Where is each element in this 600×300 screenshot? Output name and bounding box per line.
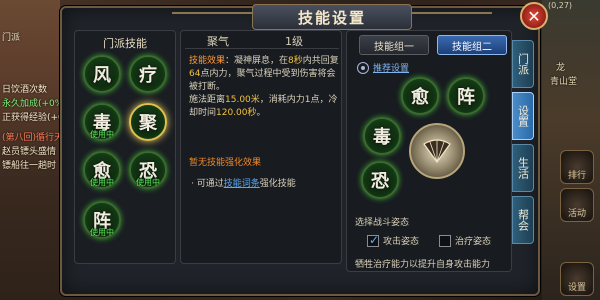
skill-name: 聚气	[207, 35, 229, 48]
settings-button[interactable]: 设置	[560, 262, 594, 296]
slot-skill-yu[interactable]: 愈	[401, 77, 439, 115]
side-tabs: 门派 设置 生活 帮会	[512, 40, 534, 248]
bg-text: 永久加成(+0%	[2, 99, 64, 109]
slot-skill-du[interactable]: 毒	[363, 117, 401, 155]
skill-icon-ju[interactable]: 聚	[129, 103, 167, 141]
close-icon: ✕	[527, 6, 541, 26]
skill-level: 1级	[285, 35, 303, 48]
fan-weapon-icon[interactable]	[409, 123, 465, 179]
bg-text: 门派	[2, 33, 21, 43]
sect-skills-list: 门派技能 风 疗 毒使用中 聚 愈使用中 恐使用中 阵使用中	[74, 30, 176, 264]
skill-icon-yu[interactable]: 愈使用中	[83, 151, 121, 189]
slot-skill-zhen[interactable]: 阵	[447, 77, 485, 115]
tab-settings[interactable]: 设置	[512, 92, 534, 140]
skill-entry-link[interactable]: 技能词条	[224, 179, 260, 189]
coordinates-readout: (0,27)	[548, 1, 573, 10]
map-label: 龙	[556, 63, 566, 73]
attack-stance-label: 攻击姿态	[383, 237, 420, 247]
activity-button[interactable]: 活动	[560, 188, 594, 222]
divider	[185, 48, 339, 49]
skill-detail-pane: 聚气 1级 技能效果：凝神屏息，在8秒内共回复64点内力，聚气过程中受到伤害将会…	[180, 30, 342, 264]
stance-description: 牺牲治疗能力以提升自身攻击能力	[355, 260, 491, 270]
heal-stance-label: 治疗姿态	[455, 237, 492, 247]
bg-text: 镖船往一趟时	[2, 161, 57, 171]
no-enhance-text: 暂无技能强化效果	[189, 158, 262, 168]
attack-stance-checkbox[interactable]	[367, 233, 379, 247]
tab-life[interactable]: 生活	[512, 144, 534, 192]
skill-icon-zhen[interactable]: 阵使用中	[83, 201, 121, 239]
upgrade-hint: · 可通过技能词条强化技能	[191, 179, 296, 189]
skill-icon-du[interactable]: 毒使用中	[83, 103, 121, 141]
background-chat-area: 门派 日饮酒次数 永久加成(+0% 正获得经验(+0% (第八回)循行天 赵员镖…	[0, 0, 72, 300]
skill-group-pane: 技能组一 技能组二 推荐设置 愈 阵 毒 恐 选择战斗姿态 攻击姿态 治疗姿态	[346, 30, 512, 272]
rank-button[interactable]: 排行	[560, 150, 594, 184]
skill-icon-feng[interactable]: 风	[83, 55, 121, 93]
map-label: 青山堂	[550, 77, 578, 87]
tab-sect[interactable]: 门派	[512, 40, 534, 88]
title-decoration	[172, 12, 252, 14]
bg-text: (第八回)循行天	[2, 133, 64, 143]
fan-icon	[423, 139, 451, 164]
skill-description: 技能效果：凝神屏息，在8秒内共回复64点内力，聚气过程中受到伤害将会被打断。 施…	[189, 56, 339, 118]
skill-icon-kong[interactable]: 恐使用中	[129, 151, 167, 189]
background-right-area: 龙 青山堂 排行 活动 设置	[542, 0, 600, 300]
close-button[interactable]: ✕	[520, 2, 548, 30]
window-title: 技能设置	[252, 4, 412, 30]
recommend-settings[interactable]: 推荐设置	[357, 61, 409, 74]
recommend-link[interactable]: 推荐设置	[373, 61, 409, 74]
bg-text: 赵员镖头盛情	[2, 147, 57, 157]
tab-skill-group-two[interactable]: 技能组二	[437, 35, 507, 55]
skill-icon-liao[interactable]: 疗	[129, 55, 167, 93]
title-decoration	[412, 12, 492, 14]
sect-skills-header: 门派技能	[103, 37, 147, 50]
stance-title: 选择战斗姿态	[355, 218, 410, 228]
game-screen: 门派 日饮酒次数 永久加成(+0% 正获得经验(+0% (第八回)循行天 赵员镖…	[0, 0, 600, 300]
attack-stance-option[interactable]: 攻击姿态	[367, 233, 420, 247]
eye-icon	[357, 61, 369, 74]
tab-guild[interactable]: 帮会	[512, 196, 534, 244]
bg-text: 日饮酒次数	[2, 85, 48, 95]
heal-stance-option[interactable]: 治疗姿态	[439, 234, 491, 247]
slot-skill-kong[interactable]: 恐	[361, 161, 399, 199]
heal-stance-checkbox[interactable]	[439, 234, 451, 247]
tab-skill-group-one[interactable]: 技能组一	[359, 35, 429, 55]
